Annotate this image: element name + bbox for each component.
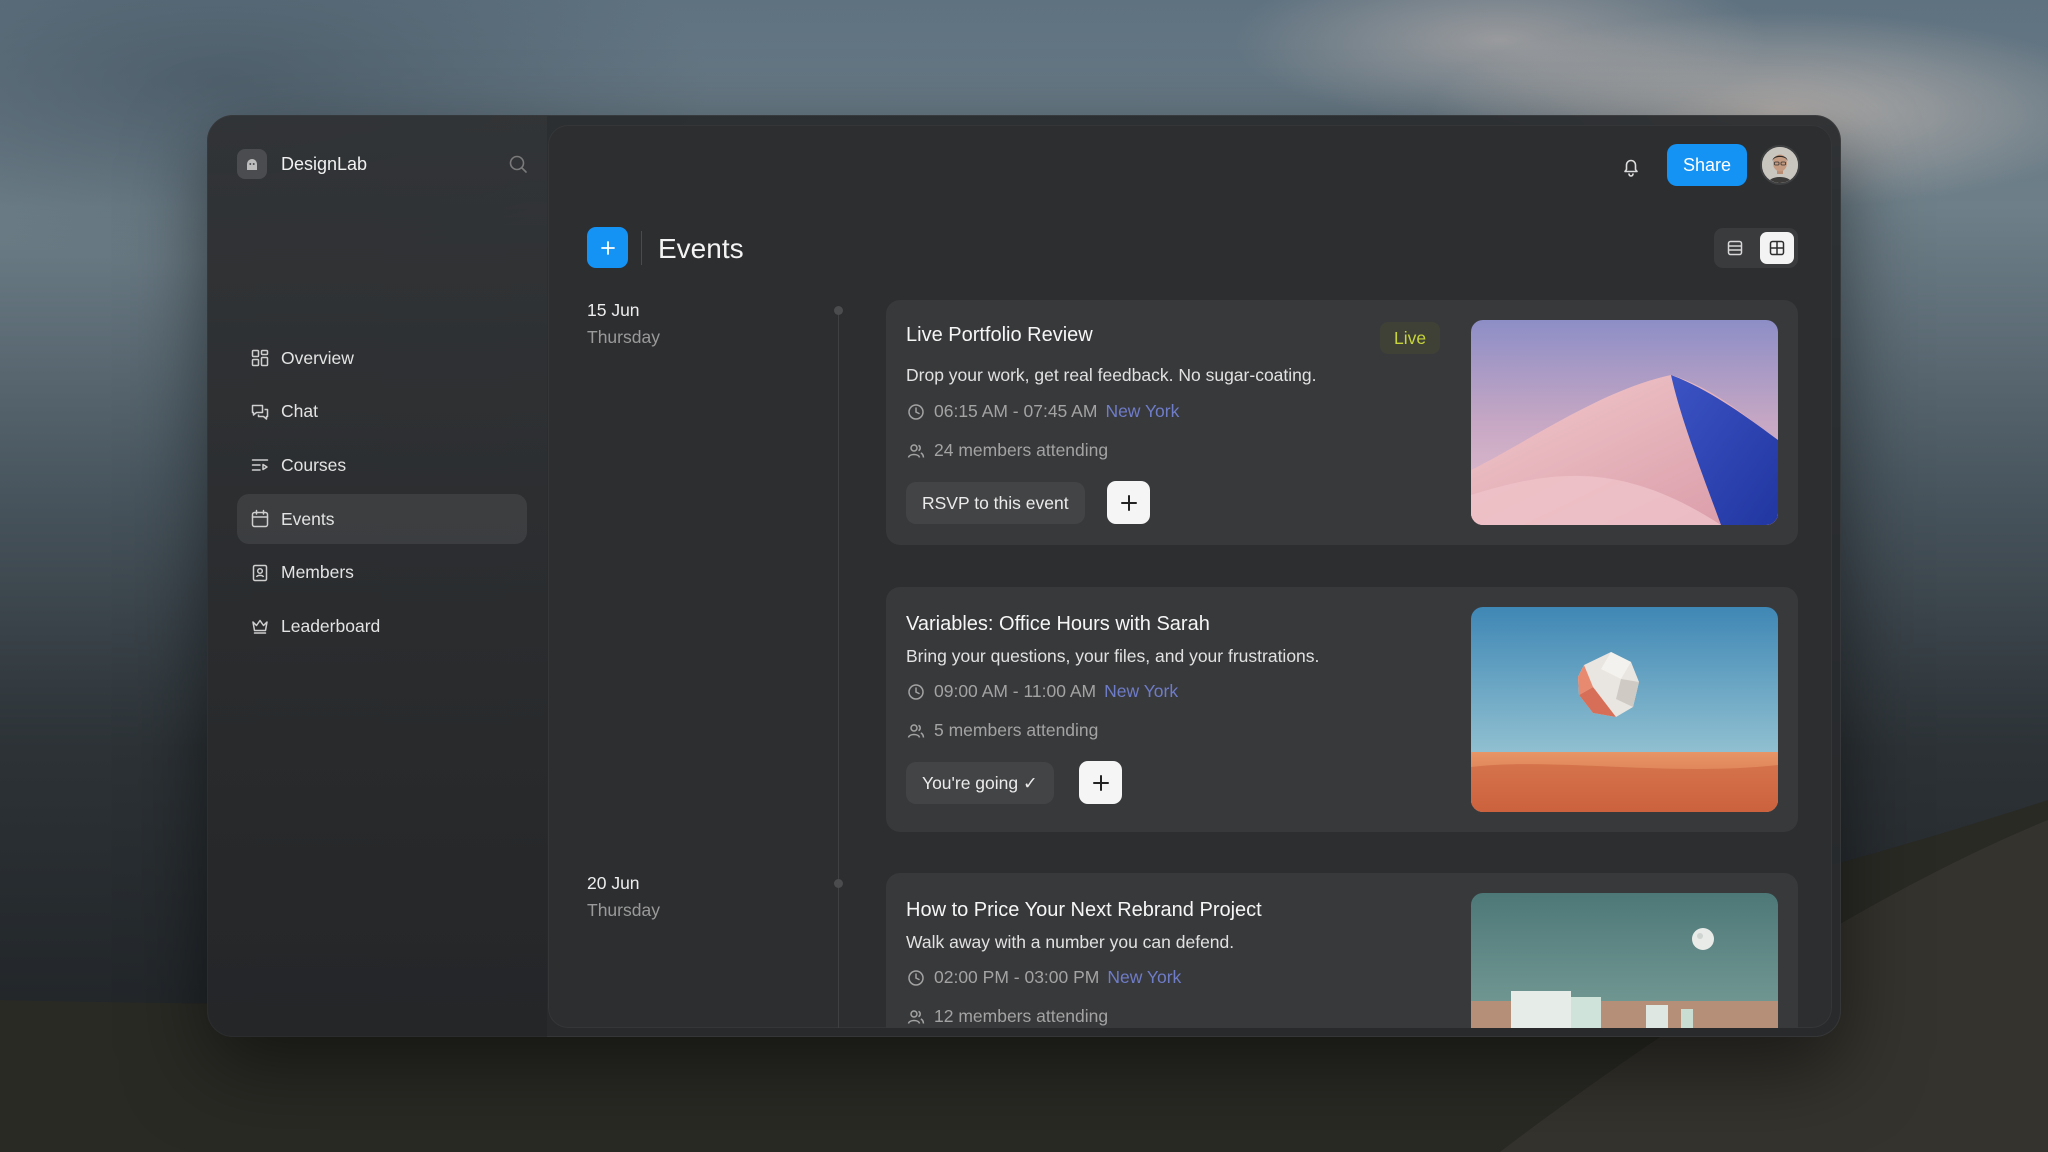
- event-thumbnail: [1471, 320, 1778, 525]
- event-attendees-row: 24 members attending: [906, 440, 1108, 461]
- sidebar-item-label: Overview: [281, 347, 354, 368]
- courses-icon: [249, 454, 271, 476]
- event-thumbnail: [1471, 893, 1778, 1028]
- event-thumbnail: [1471, 607, 1778, 812]
- event-time: 06:15 AM - 07:45 AM: [934, 401, 1098, 421]
- clock-icon: [906, 682, 926, 702]
- date-weekday: Thursday: [587, 327, 660, 347]
- event-description: Bring your questions, your files, and yo…: [906, 646, 1320, 666]
- chat-icon: [249, 401, 271, 423]
- event-attendees-row: 5 members attending: [906, 720, 1098, 741]
- event-time-row: 09:00 AM - 11:00 AM New York: [906, 681, 1178, 702]
- clock-icon: [906, 402, 926, 422]
- users-icon: [906, 721, 926, 741]
- event-attendees: 12 members attending: [934, 1006, 1109, 1026]
- page-title: Events: [658, 233, 744, 264]
- event-card[interactable]: Variables: Office Hours with Sarah Bring…: [886, 587, 1798, 832]
- share-button[interactable]: Share: [1667, 144, 1747, 186]
- calendar-icon: [249, 508, 271, 530]
- event-title: Variables: Office Hours with Sarah: [906, 613, 1210, 635]
- timeline-dot: [834, 879, 843, 888]
- list-view-button[interactable]: [1718, 232, 1752, 264]
- date-day: 15 Jun: [587, 300, 640, 320]
- event-time: 02:00 PM - 03:00 PM: [934, 967, 1100, 987]
- timeline-dot: [834, 306, 843, 315]
- sidebar-item-courses[interactable]: Courses: [237, 440, 527, 490]
- view-toggle: [1714, 228, 1798, 268]
- event-title: Live Portfolio Review: [906, 324, 1093, 346]
- sidebar-item-chat[interactable]: Chat: [237, 387, 527, 437]
- sidebar-item-label: Leaderboard: [281, 615, 381, 636]
- sidebar-item-overview[interactable]: Overview: [237, 333, 527, 383]
- title-divider: [641, 231, 642, 265]
- users-icon: [906, 1007, 926, 1027]
- date-day: 20 Jun: [587, 873, 640, 893]
- sidebar-nav: Overview Chat Courses Events Members Lea…: [237, 333, 527, 655]
- users-icon: [906, 441, 926, 461]
- event-description: Walk away with a number you can defend.: [906, 932, 1235, 952]
- list-view-icon: [1727, 240, 1743, 256]
- event-attendees: 24 members attending: [934, 440, 1109, 460]
- event-time-row: 02:00 PM - 03:00 PM New York: [906, 967, 1181, 988]
- sidebar-item-label: Events: [281, 508, 335, 529]
- sidebar: DesignLab Overview Chat Courses Events M…: [207, 115, 547, 1037]
- clock-icon: [906, 968, 926, 988]
- sidebar-item-label: Chat: [281, 401, 318, 422]
- bell-icon[interactable]: [1616, 152, 1646, 182]
- plus-icon: [1120, 494, 1137, 511]
- plus-icon: [1092, 774, 1109, 791]
- live-badge: Live: [1380, 322, 1441, 354]
- going-button[interactable]: You're going ✓: [906, 762, 1054, 804]
- add-event-button[interactable]: [587, 227, 628, 268]
- main-panel: Share Events 15 Jun Thursday 20 Jun Thur…: [548, 125, 1832, 1028]
- rsvp-button[interactable]: RSVP to this event: [906, 482, 1085, 524]
- add-to-calendar-button[interactable]: [1107, 481, 1150, 524]
- grid-view-icon: [1769, 240, 1785, 256]
- crown-icon: [249, 615, 271, 637]
- sidebar-item-events[interactable]: Events: [237, 494, 527, 545]
- event-card[interactable]: Live Portfolio Review Live Drop your wor…: [886, 300, 1798, 545]
- brand-logo-icon: [237, 149, 267, 179]
- event-location[interactable]: New York: [1104, 681, 1178, 702]
- event-card[interactable]: How to Price Your Next Rebrand Project W…: [886, 873, 1798, 1028]
- avatar[interactable]: [1760, 145, 1800, 185]
- event-time-row: 06:15 AM - 07:45 AM New York: [906, 401, 1179, 422]
- date-weekday: Thursday: [587, 900, 660, 920]
- add-to-calendar-button[interactable]: [1079, 761, 1122, 804]
- date-group: 15 Jun Thursday: [587, 300, 660, 348]
- event-location[interactable]: New York: [1107, 967, 1181, 988]
- grid-view-button[interactable]: [1760, 232, 1794, 264]
- sidebar-item-label: Courses: [281, 454, 347, 475]
- timeline-line: [838, 312, 839, 1028]
- event-attendees-row: 12 members attending: [906, 1006, 1108, 1027]
- event-attendees: 5 members attending: [934, 720, 1099, 740]
- event-description: Drop your work, get real feedback. No su…: [906, 365, 1317, 385]
- app-window: DesignLab Overview Chat Courses Events M…: [207, 115, 1841, 1037]
- member-icon: [249, 562, 271, 584]
- brand-name: DesignLab: [281, 153, 368, 174]
- brand[interactable]: DesignLab: [237, 147, 367, 181]
- sidebar-item-members[interactable]: Members: [237, 548, 527, 598]
- sidebar-item-leaderboard[interactable]: Leaderboard: [237, 601, 527, 651]
- search-icon[interactable]: [505, 151, 531, 177]
- event-location[interactable]: New York: [1105, 401, 1179, 422]
- event-title: How to Price Your Next Rebrand Project: [906, 899, 1262, 921]
- grid-icon: [249, 347, 271, 369]
- date-group: 20 Jun Thursday: [587, 873, 660, 921]
- event-time: 09:00 AM - 11:00 AM: [934, 681, 1097, 701]
- sidebar-item-label: Members: [281, 562, 354, 583]
